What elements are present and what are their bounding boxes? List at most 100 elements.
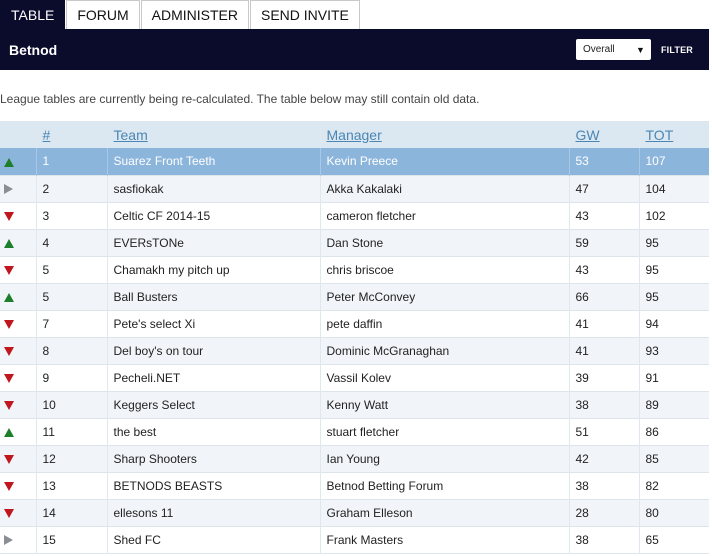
- manager-name: Vassil Kolev: [320, 364, 570, 391]
- total-points: 85: [645, 451, 659, 466]
- manager-name: Akka Kakalaki: [320, 175, 570, 202]
- gameweek-points: 43: [569, 256, 640, 283]
- team-name: Ball Busters: [107, 283, 321, 310]
- team-name: Chamakh my pitch up: [107, 256, 321, 283]
- movement-cell: [0, 310, 37, 337]
- table-row[interactable]: 8 Del boy's on tour Dominic McGranaghan 41 9…: [0, 337, 709, 364]
- table-row[interactable]: 10 Keggers Select Kenny Watt 38 89: [0, 391, 709, 418]
- team-name: Pecheli.NET: [107, 364, 321, 391]
- column-header-tot[interactable]: TOT: [639, 121, 709, 148]
- rank-cell: 12: [36, 445, 108, 472]
- arrow-down-icon: [4, 400, 14, 410]
- total-points: 95: [645, 289, 659, 304]
- rank-cell: 4: [36, 229, 108, 256]
- team-name: Pete's select Xi: [107, 310, 321, 337]
- total-points: 94: [645, 316, 659, 331]
- team-name: Keggers Select: [107, 391, 321, 418]
- league-title: Betnod: [9, 41, 58, 58]
- movement-cell: [0, 175, 37, 202]
- manager-name: Ian Young: [320, 445, 570, 472]
- rank-cell: 10: [36, 391, 108, 418]
- manager-name: cameron fletcher: [320, 202, 570, 229]
- table-row[interactable]: 15 Shed FC Frank Masters 38 65: [0, 526, 709, 553]
- arrow-up-icon: [4, 292, 14, 302]
- team-name: Del boy's on tour: [107, 337, 321, 364]
- movement-cell: [0, 391, 37, 418]
- table-row[interactable]: 3 Celtic CF 2014-15 cameron fletcher 43 102: [0, 202, 709, 229]
- gameweek-points: 38: [569, 472, 640, 499]
- column-header-gw[interactable]: GW: [569, 121, 640, 148]
- movement-cell: [0, 256, 37, 283]
- rank-cell: 8: [36, 337, 108, 364]
- manager-name: Betnod Betting Forum: [320, 472, 570, 499]
- arrow-down-icon: [4, 211, 14, 221]
- total-points: 95: [645, 235, 659, 250]
- table-row[interactable]: 5 Ball Busters Peter McConvey 66 95: [0, 283, 709, 310]
- total-points: 82: [645, 478, 659, 493]
- arrow-down-icon: [4, 481, 14, 491]
- team-name: Celtic CF 2014-15: [107, 202, 321, 229]
- rank-cell: 2: [36, 175, 108, 202]
- tab-table[interactable]: TABLE: [0, 0, 66, 29]
- team-name: ellesons 11: [107, 499, 321, 526]
- movement-cell: [0, 337, 37, 364]
- manager-name: pete daffin: [320, 310, 570, 337]
- filter-button[interactable]: FILTER: [661, 45, 693, 55]
- table-row[interactable]: 9 Pecheli.NET Vassil Kolev 39 91: [0, 364, 709, 391]
- table-row[interactable]: 7 Pete's select Xi pete daffin 41 94: [0, 310, 709, 337]
- movement-cell: [0, 445, 37, 472]
- table-row[interactable]: 11 the best stuart fletcher 51 86: [0, 418, 709, 445]
- movement-cell: [0, 283, 37, 310]
- team-name: EVERsTONe: [107, 229, 321, 256]
- rank-cell: 5: [36, 283, 108, 310]
- rank-cell: 13: [36, 472, 108, 499]
- column-header-rank[interactable]: #: [36, 121, 108, 148]
- rank-cell: 9: [36, 364, 108, 391]
- column-header-movement: [0, 121, 37, 148]
- table-row[interactable]: 2 sasfiokak Akka Kakalaki 47 104: [0, 175, 709, 202]
- column-header-team[interactable]: Team: [107, 121, 321, 148]
- movement-cell: [0, 148, 37, 175]
- manager-name: Dominic McGranaghan: [320, 337, 570, 364]
- tab-send-invite[interactable]: SEND INVITE: [249, 0, 360, 29]
- league-header: Betnod Overall ▼ FILTER: [0, 29, 709, 70]
- table-row[interactable]: 12 Sharp Shooters Ian Young 42 85: [0, 445, 709, 472]
- total-points: 86: [645, 424, 659, 439]
- movement-cell: [0, 472, 37, 499]
- column-header-manager[interactable]: Manager: [320, 121, 570, 148]
- arrow-down-icon: [4, 508, 14, 518]
- team-name: sasfiokak: [107, 175, 321, 202]
- team-name: Sharp Shooters: [107, 445, 321, 472]
- team-name: Suarez Front Teeth: [107, 148, 321, 175]
- total-points: 91: [645, 370, 659, 385]
- gameweek-points: 53: [569, 148, 640, 175]
- table-row[interactable]: 1 Suarez Front Teeth Kevin Preece 53 107: [0, 148, 709, 175]
- manager-name: Kevin Preece: [320, 148, 570, 175]
- table-header-row: # Team Manager GW TOT: [0, 121, 709, 148]
- tab-administer[interactable]: ADMINISTER: [140, 0, 249, 29]
- arrow-right-icon: [4, 184, 13, 195]
- gameweek-points: 38: [569, 391, 640, 418]
- league-table: # Team Manager GW TOT 1 Suarez Front Teet…: [0, 121, 709, 554]
- total-points: 89: [645, 397, 659, 412]
- arrow-up-icon: [4, 427, 14, 437]
- table-row[interactable]: 5 Chamakh my pitch up chris briscoe 43 95: [0, 256, 709, 283]
- total-points: 95: [645, 262, 659, 277]
- table-row[interactable]: 14 ellesons 11 Graham Elleson 28 80: [0, 499, 709, 526]
- manager-name: Frank Masters: [320, 526, 570, 553]
- movement-cell: [0, 229, 37, 256]
- table-type-select[interactable]: Overall ▼: [575, 39, 651, 60]
- tab-forum[interactable]: FORUM: [66, 0, 140, 29]
- arrow-right-icon: [4, 535, 13, 546]
- arrow-down-icon: [4, 346, 14, 356]
- arrow-down-icon: [4, 265, 14, 275]
- total-points: 65: [645, 532, 659, 547]
- total-points: 93: [645, 343, 659, 358]
- arrow-down-icon: [4, 373, 14, 383]
- manager-name: Peter McConvey: [320, 283, 570, 310]
- movement-cell: [0, 526, 37, 553]
- table-row[interactable]: 4 EVERsTONe Dan Stone 59 95: [0, 229, 709, 256]
- table-row[interactable]: 13 BETNODS BEASTS Betnod Betting Forum 38 82: [0, 472, 709, 499]
- team-name: BETNODS BEASTS: [107, 472, 321, 499]
- total-points: 80: [645, 505, 659, 520]
